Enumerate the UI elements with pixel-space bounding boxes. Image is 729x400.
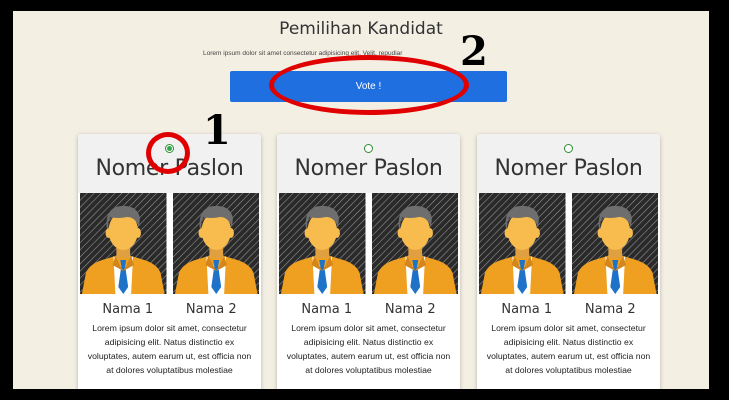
person-avatar-icon	[80, 193, 167, 294]
candidate-names: Nama 1 Nama 2	[477, 294, 660, 317]
vote-button[interactable]: Vote !	[230, 71, 507, 102]
candidate-name-2: Nama 2	[584, 302, 636, 317]
candidate-name-1: Nama 1	[301, 302, 353, 317]
card-title: Nomer Paslon	[294, 156, 443, 181]
candidate-photo-1	[80, 193, 167, 294]
person-avatar-icon	[479, 193, 566, 294]
card-header: Nomer Paslon	[477, 134, 660, 193]
candidate-card-3: Nomer Paslon Nama 1 Nama 2 Lorem ipsum d…	[477, 134, 660, 389]
page-frame: Pemilihan Kandidat Lorem ipsum dolor sit…	[13, 11, 709, 389]
candidate-card-1: Nomer Paslon Nama 1 Nama 2 Lorem ipsum d…	[78, 134, 261, 389]
candidate-description: Lorem ipsum dolor sit amet, consectetur …	[486, 323, 651, 375]
candidate-photo-2	[172, 193, 259, 294]
candidate-description: Lorem ipsum dolor sit amet, consectetur …	[87, 323, 252, 375]
candidate-photos	[78, 193, 261, 294]
candidate-photo-2	[371, 193, 458, 294]
candidate-photo-2	[571, 193, 658, 294]
annotation-number-2: 2	[460, 28, 488, 75]
person-avatar-icon	[172, 193, 259, 294]
candidate-description: Lorem ipsum dolor sit amet, consectetur …	[286, 323, 451, 375]
candidate-photos	[477, 193, 660, 294]
candidate-radio-1[interactable]	[165, 144, 174, 153]
card-header: Nomer Paslon	[78, 134, 261, 193]
person-avatar-icon	[279, 193, 366, 294]
person-avatar-icon	[571, 193, 658, 294]
candidate-photos	[277, 193, 460, 294]
candidate-name-1: Nama 1	[102, 302, 154, 317]
candidate-names: Nama 1 Nama 2	[277, 294, 460, 317]
card-title: Nomer Paslon	[95, 156, 244, 181]
card-header: Nomer Paslon	[277, 134, 460, 193]
candidate-name-2: Nama 2	[185, 302, 237, 317]
card-title: Nomer Paslon	[494, 156, 643, 181]
person-avatar-icon	[371, 193, 458, 294]
candidate-name-2: Nama 2	[384, 302, 436, 317]
candidate-card-2: Nomer Paslon Nama 1 Nama 2 Lorem ipsum d…	[277, 134, 460, 389]
candidate-radio-2[interactable]	[364, 144, 373, 153]
candidate-names: Nama 1 Nama 2	[78, 294, 261, 317]
candidate-name-1: Nama 1	[501, 302, 553, 317]
candidate-radio-3[interactable]	[564, 144, 573, 153]
page-subtitle: Lorem ipsum dolor sit amet consectetur a…	[203, 50, 403, 57]
candidate-photo-1	[279, 193, 366, 294]
annotation-number-1: 1	[203, 107, 231, 154]
candidate-photo-1	[479, 193, 566, 294]
page-title: Pemilihan Kandidat	[279, 19, 443, 39]
